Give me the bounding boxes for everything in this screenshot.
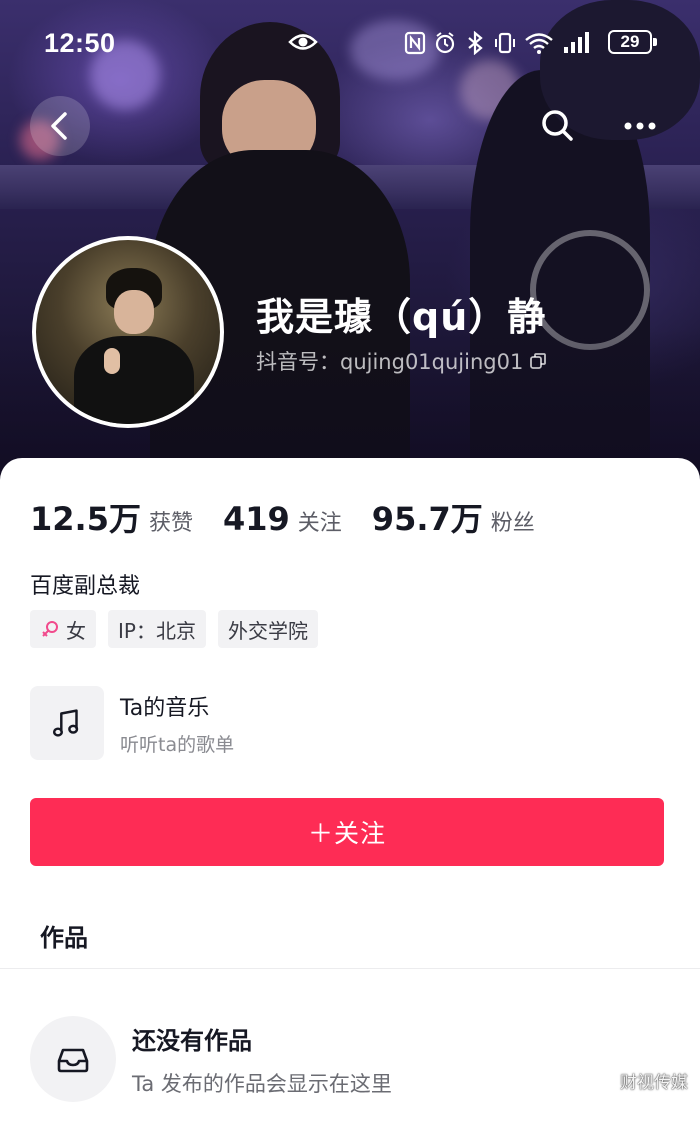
wifi-icon [525,33,553,54]
female-icon [42,621,58,637]
chevron-left-icon [51,112,67,140]
profile-card: 12.5万 获赞 419 关注 95.7万 粉丝 百度副总裁 女 IP：北京 外… [0,458,700,1129]
search-icon [542,110,573,141]
eye-icon [288,34,318,50]
music-entry[interactable]: Ta的音乐 听听ta的歌单 [30,686,430,760]
stat-value: 419 [222,500,290,538]
more-horizontal-icon [624,122,656,130]
signal-icon [564,32,589,53]
status-icons [404,30,592,56]
music-subtitle: 听听ta的歌单 [120,733,235,756]
alarm-icon [435,32,455,54]
stat-label: 关注 [297,511,342,536]
bluetooth-icon [468,31,483,55]
stat-value: 95.7万 [371,500,483,538]
more-button[interactable] [610,96,670,156]
stat-likes[interactable]: 12.5万 获赞 [30,494,193,540]
stat-followers[interactable]: 95.7万 粉丝 [372,494,535,540]
inbox-icon [57,1048,89,1073]
tag-label: IP：北京 [118,618,196,643]
watermark-text: 财视传媒 [620,1073,688,1093]
nfc-icon [404,31,426,55]
douyin-id-text: 抖音号：qujing01qujing01 [256,350,524,374]
divider [0,968,700,969]
weibo-logo-icon [594,1073,615,1090]
music-note-icon [52,709,79,737]
works-empty-state: 还没有作品 Ta 发布的作品会显示在这里 [30,1016,392,1102]
tag-label: 外交学院 [227,618,308,643]
music-icon-box [30,686,104,760]
empty-title: 还没有作品 [132,1026,252,1055]
tag-label: 女 [66,618,86,643]
vibrate-icon [495,32,515,54]
tag-school[interactable]: 外交学院 [217,610,318,648]
watermark: 财视传媒 [594,1068,688,1093]
douyin-id[interactable]: 抖音号：qujing01qujing01 [256,346,547,376]
copy-icon[interactable] [529,352,547,370]
profile-name: 我是璩（qú）静 [256,295,547,339]
avatar[interactable] [32,236,224,428]
profile-tags: 女 IP：北京 外交学院 [30,610,318,648]
tag-ip-location: IP：北京 [108,610,206,648]
stat-value: 12.5万 [30,500,141,538]
status-bar: 12:50 29 [0,0,700,88]
follow-button[interactable]: ＋关注 [30,798,664,866]
tab-works[interactable]: 作品 [40,918,88,953]
tag-gender: 女 [30,610,96,648]
back-button[interactable] [30,96,90,156]
empty-subtitle: Ta 发布的作品会显示在这里 [132,1071,392,1096]
stats-row: 12.5万 获赞 419 关注 95.7万 粉丝 [30,494,565,540]
status-time: 12:50 [44,28,116,58]
empty-icon-box [30,1016,116,1102]
battery-indicator: 29 [608,30,657,54]
profile-bio: 百度副总裁 [30,574,141,599]
stat-label: 获赞 [148,511,193,536]
music-title: Ta的音乐 [120,695,210,721]
stat-label: 粉丝 [490,511,535,536]
stat-following[interactable]: 419 关注 [223,500,342,538]
search-button[interactable] [528,96,588,156]
